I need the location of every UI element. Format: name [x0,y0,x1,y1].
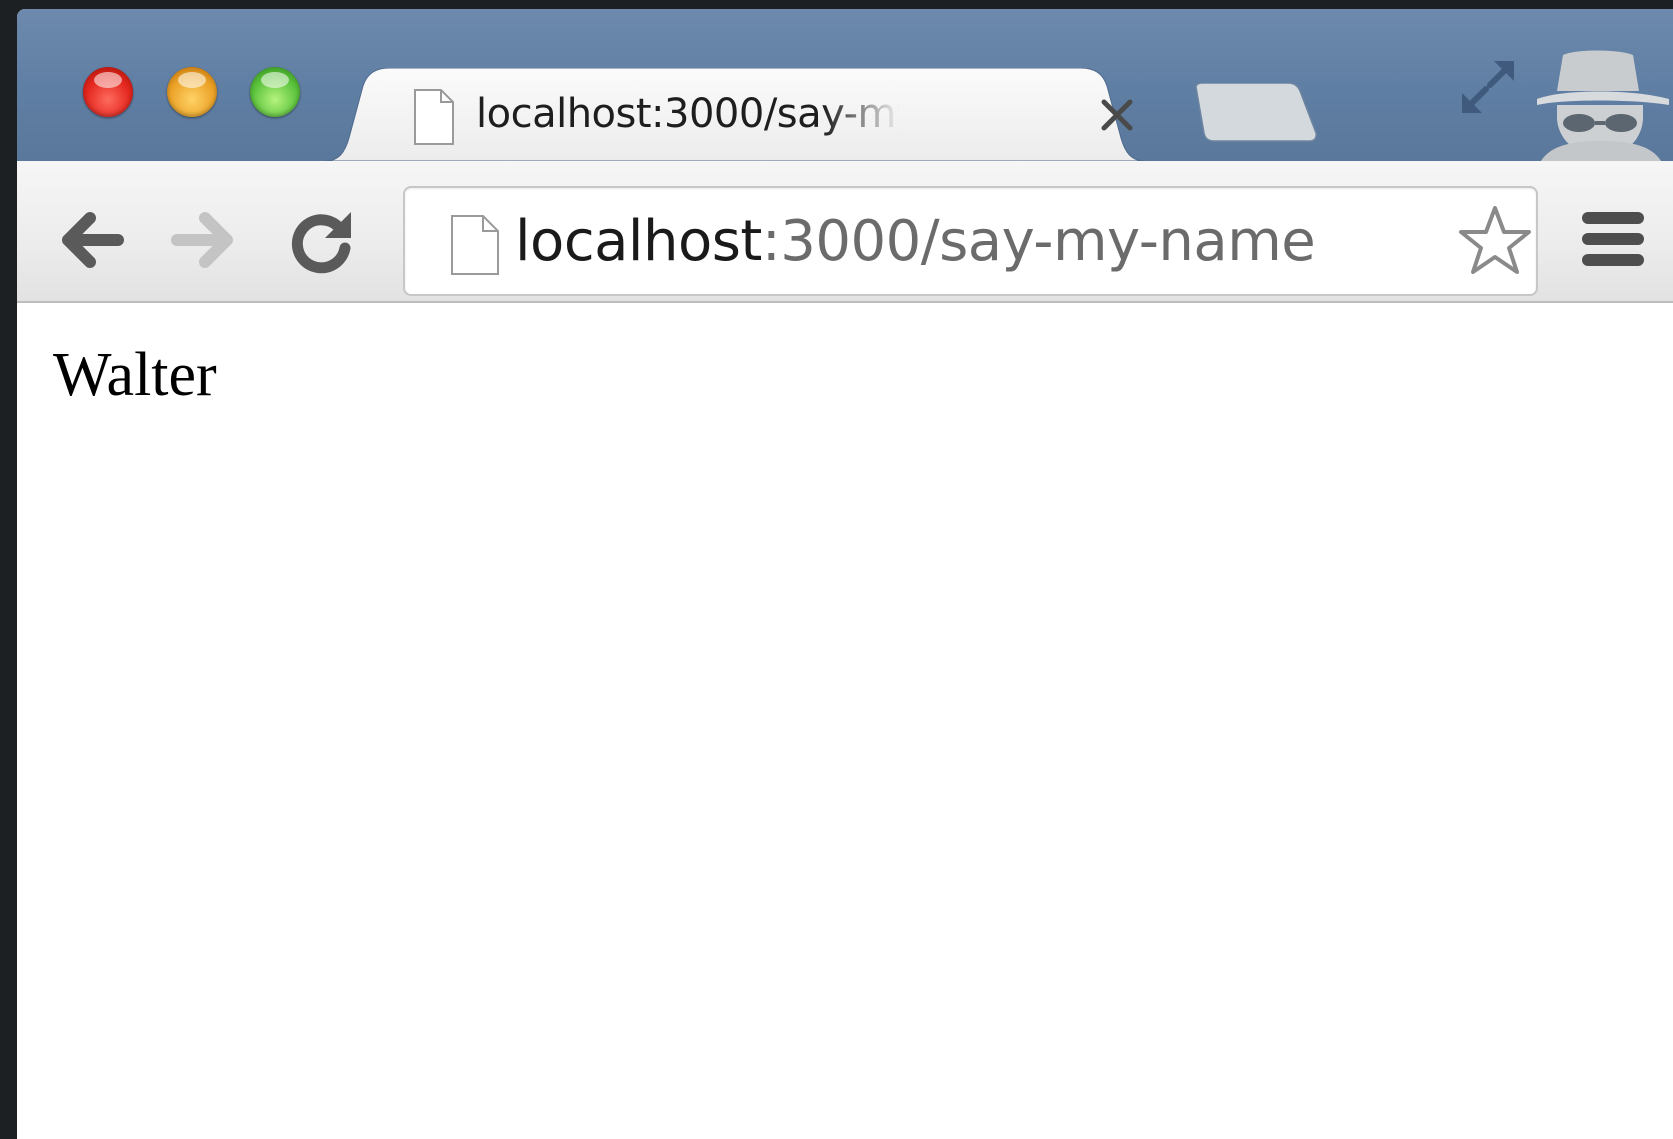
tab-strip: localhost:3000/say-my-name [17,9,1673,161]
new-tab-icon[interactable] [1192,83,1320,143]
incognito-icon [1537,50,1669,161]
hamburger-menu-icon[interactable] [1580,210,1646,268]
address-bar-url[interactable]: localhost:3000/say-my-name [515,209,1316,274]
forward-arrow-icon[interactable] [169,210,239,270]
star-icon[interactable] [1457,204,1533,276]
url-path: :3000/say-my-name [761,209,1316,274]
maximize-window-button[interactable] [250,67,300,117]
reload-icon[interactable] [289,208,355,274]
close-window-button[interactable] [83,67,133,117]
toolbar: localhost:3000/say-my-name [17,161,1673,303]
url-host: localhost [515,209,762,274]
tab-active[interactable]: localhost:3000/say-my-name [325,68,1145,161]
page-icon [451,215,499,275]
minimize-window-button[interactable] [167,67,217,117]
page-icon [414,89,454,145]
page-text: Walter [53,341,217,409]
browser-window: localhost:3000/say-my-name [17,9,1673,1139]
back-arrow-icon[interactable] [56,210,126,270]
tab-title: localhost:3000/say-my-name [476,91,900,137]
address-bar[interactable]: localhost:3000/say-my-name [403,186,1538,296]
fullscreen-icon[interactable] [1458,57,1518,117]
close-icon[interactable] [1099,97,1135,133]
page-content: Walter [17,303,1673,1139]
